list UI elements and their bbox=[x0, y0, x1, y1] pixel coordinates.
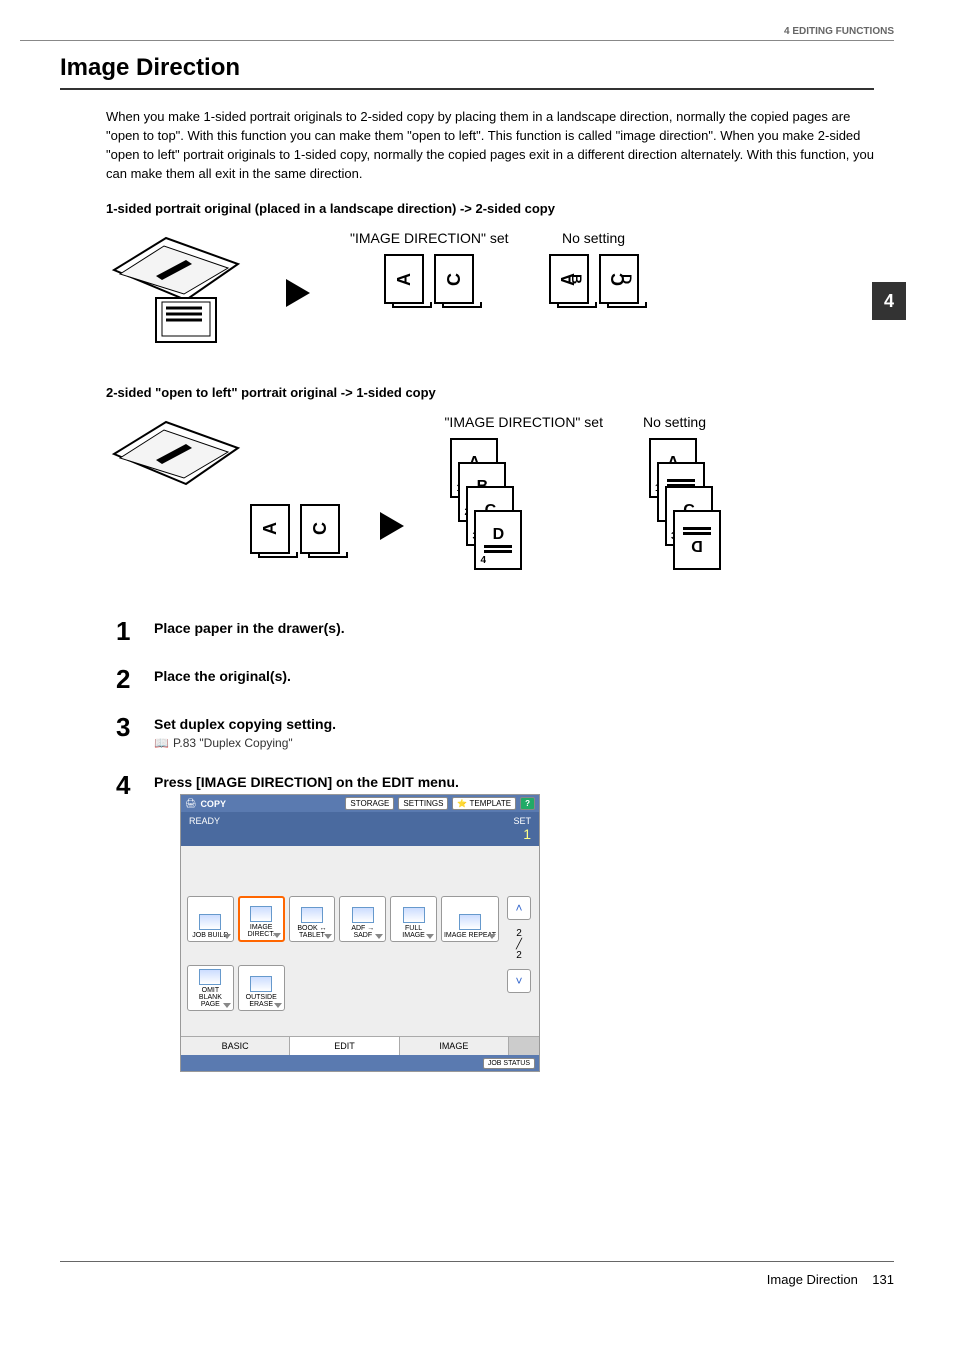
intro-paragraph: When you make 1-sided portrait originals… bbox=[106, 108, 874, 183]
help-button[interactable]: ? bbox=[520, 797, 535, 810]
job-status-button[interactable]: JOB STATUS bbox=[483, 1058, 535, 1069]
book-tablet-icon bbox=[301, 907, 323, 923]
booklet: A bbox=[250, 504, 290, 554]
diagram2-heading: 2-sided "open to left" portrait original… bbox=[106, 385, 874, 400]
step-number: 2 bbox=[116, 666, 138, 692]
tab-basic[interactable]: BASIC bbox=[181, 1037, 290, 1055]
diagram1-set-label: "IMAGE DIRECTION" set bbox=[350, 230, 509, 246]
step-number: 1 bbox=[116, 618, 138, 644]
app-title: COPY bbox=[200, 799, 226, 809]
page-down-button[interactable]: ˅ bbox=[507, 969, 531, 993]
footer-page-number: 131 bbox=[872, 1272, 894, 1287]
sheet-stack: A1 B C3 D bbox=[643, 438, 703, 588]
step-title: Press [IMAGE DIRECTION] on the EDIT menu… bbox=[154, 774, 540, 790]
arrow-icon bbox=[380, 512, 404, 540]
outside-erase-icon bbox=[250, 976, 272, 992]
footer-label: Image Direction bbox=[767, 1272, 858, 1287]
step-reference: 📖P.83 "Duplex Copying" bbox=[154, 736, 336, 750]
page-fraction: 2╱ 2 bbox=[516, 924, 522, 965]
adf-sadf-button[interactable]: ADF → SADF bbox=[339, 896, 386, 942]
panel-status: READY SET 1 bbox=[181, 812, 539, 846]
book-tablet-button[interactable]: BOOK ↔ TABLET bbox=[289, 896, 336, 942]
chapter-tab: 4 bbox=[872, 282, 906, 320]
page-up-button[interactable]: ˄ bbox=[507, 896, 531, 920]
omit-blank-icon bbox=[199, 969, 221, 985]
status-ready: READY bbox=[189, 816, 220, 842]
chevron-down-icon bbox=[324, 934, 332, 939]
page-footer: Image Direction 131 bbox=[60, 1261, 894, 1287]
page-nav: ˄ 2╱ 2 ˅ bbox=[505, 896, 533, 1030]
settings-button[interactable]: SETTINGS bbox=[398, 797, 448, 810]
step-number: 4 bbox=[116, 772, 138, 1072]
header-divider bbox=[20, 40, 894, 41]
booklet: C bbox=[434, 254, 474, 304]
chevron-down-icon bbox=[223, 1003, 231, 1008]
image-repeat-button[interactable]: IMAGE REPEAT bbox=[441, 896, 499, 942]
chevron-down-icon bbox=[488, 934, 496, 939]
chevron-down-icon bbox=[426, 934, 434, 939]
book-icon: 📖 bbox=[154, 736, 169, 750]
diagram1-heading: 1-sided portrait original (placed in a l… bbox=[106, 201, 874, 216]
function-grid: JOB BUILD IMAGE DIRECT. BOOK ↔ TABLET AD… bbox=[187, 896, 499, 1030]
image-direction-icon bbox=[250, 906, 272, 922]
step-number: 3 bbox=[116, 714, 138, 750]
step-2: 2 Place the original(s). bbox=[116, 666, 874, 692]
booklet: A bbox=[384, 254, 424, 304]
omit-blank-page-button[interactable]: OMIT BLANK PAGE bbox=[187, 965, 234, 1011]
image-direction-button[interactable]: IMAGE DIRECT. bbox=[238, 896, 285, 942]
diagram1-nosetting-label: No setting bbox=[549, 230, 639, 246]
steps-list: 1 Place paper in the drawer(s). 2 Place … bbox=[116, 618, 874, 1072]
chevron-down-icon bbox=[223, 934, 231, 939]
booklet: C bbox=[300, 504, 340, 554]
booklet: CD bbox=[599, 254, 639, 304]
diagram2-nosetting-label: No setting bbox=[643, 414, 706, 430]
page-title: Image Direction bbox=[60, 54, 874, 90]
step-title: Place the original(s). bbox=[154, 668, 291, 684]
chevron-down-icon bbox=[274, 1003, 282, 1008]
full-image-button[interactable]: FULL IMAGE bbox=[390, 896, 437, 942]
diagram2-set-label: "IMAGE DIRECTION" set bbox=[444, 414, 603, 430]
page-content: Image Direction When you make 1-sided po… bbox=[60, 54, 874, 1094]
status-set: SET 1 bbox=[513, 816, 531, 842]
job-build-icon bbox=[199, 914, 221, 930]
panel-body: JOB BUILD IMAGE DIRECT. BOOK ↔ TABLET AD… bbox=[181, 846, 539, 1036]
panel-footer: JOB STATUS bbox=[181, 1055, 539, 1071]
copy-panel: 🖨 COPY STORAGE SETTINGS ⭐ TEMPLATE ? REA… bbox=[180, 794, 540, 1072]
step-4: 4 Press [IMAGE DIRECTION] on the EDIT me… bbox=[116, 772, 874, 1072]
step-title: Set duplex copying setting. bbox=[154, 716, 336, 732]
image-repeat-icon bbox=[459, 914, 481, 930]
sheet-stack: A1 B2 C3 D4 bbox=[444, 438, 504, 588]
panel-titlebar: 🖨 COPY STORAGE SETTINGS ⭐ TEMPLATE ? bbox=[181, 795, 539, 812]
panel-tabs: BASIC EDIT IMAGE bbox=[181, 1036, 539, 1055]
tab-edit[interactable]: EDIT bbox=[290, 1037, 399, 1055]
device-illustration bbox=[106, 414, 246, 534]
chevron-down-icon bbox=[273, 933, 281, 938]
device-illustration bbox=[106, 230, 246, 350]
chevron-down-icon bbox=[375, 934, 383, 939]
header-breadcrumb: 4 EDITING FUNCTIONS bbox=[784, 26, 894, 37]
step-1: 1 Place paper in the drawer(s). bbox=[116, 618, 874, 644]
outside-erase-button[interactable]: OUTSIDE ERASE bbox=[238, 965, 285, 1011]
template-button[interactable]: ⭐ TEMPLATE bbox=[452, 797, 516, 810]
copy-icon: 🖨 bbox=[185, 798, 196, 809]
arrow-icon bbox=[286, 279, 310, 307]
job-build-button[interactable]: JOB BUILD bbox=[187, 896, 234, 942]
diagram2-row: A C "IMAGE DIRECTION" set A1 B2 C3 D4 No… bbox=[106, 414, 874, 588]
booklet: AB bbox=[549, 254, 589, 304]
diagram1-row: "IMAGE DIRECTION" set A C No setting AB … bbox=[106, 230, 874, 355]
storage-button[interactable]: STORAGE bbox=[345, 797, 394, 810]
step-title: Place paper in the drawer(s). bbox=[154, 620, 345, 636]
tab-image[interactable]: IMAGE bbox=[400, 1037, 509, 1055]
step-3: 3 Set duplex copying setting. 📖P.83 "Dup… bbox=[116, 714, 874, 750]
full-image-icon bbox=[403, 907, 425, 923]
adf-sadf-icon bbox=[352, 907, 374, 923]
